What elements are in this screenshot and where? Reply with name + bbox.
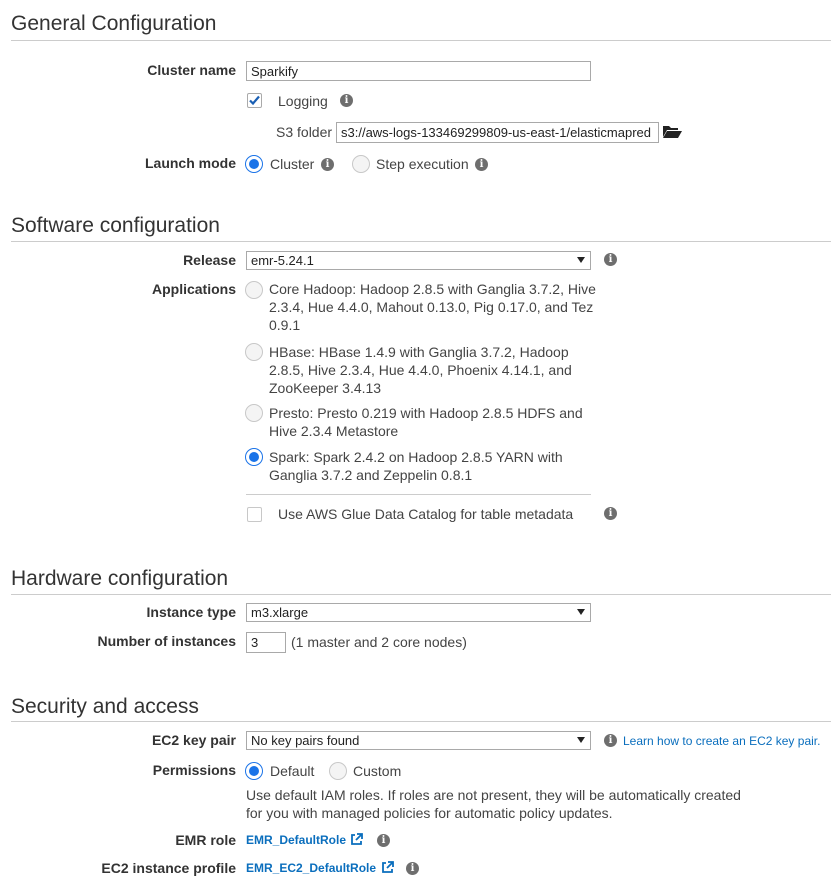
section-divider	[11, 594, 831, 595]
general-config-title: General Configuration	[11, 12, 217, 35]
ec2-profile-label: EC2 instance profile	[101, 860, 236, 876]
permissions-label: Permissions	[152, 762, 236, 778]
hardware-config-title: Hardware configuration	[11, 567, 229, 590]
instance-type-value: m3.xlarge	[251, 605, 309, 620]
ec2-profile-link[interactable]: EMR_EC2_DefaultRole	[246, 861, 376, 875]
launch-mode-step-label: Step execution	[376, 156, 469, 172]
permissions-custom-radio[interactable]	[329, 762, 347, 780]
info-icon[interactable]: i	[604, 734, 617, 747]
cluster-name-input[interactable]	[246, 61, 591, 81]
release-value: emr-5.24.1	[251, 253, 314, 268]
app-hbase-label: HBase: HBase 1.4.9 with Ganglia 3.7.2, H…	[269, 344, 572, 396]
release-select[interactable]: emr-5.24.1	[246, 251, 591, 270]
s3-folder-label: S3 folder	[276, 124, 333, 140]
app-presto-radio[interactable]	[245, 404, 263, 422]
external-link-icon[interactable]	[350, 833, 363, 846]
permissions-custom-label: Custom	[353, 763, 402, 779]
permissions-default-radio[interactable]	[245, 762, 263, 780]
key-pair-value: No key pairs found	[251, 733, 360, 748]
emr-role-label: EMR role	[175, 832, 236, 848]
info-icon[interactable]: i	[377, 834, 390, 847]
launch-mode-cluster-label: Cluster	[270, 156, 315, 172]
permissions-default-label: Default	[270, 763, 315, 779]
chevron-down-icon	[577, 737, 585, 743]
chevron-down-icon	[577, 257, 585, 263]
chevron-down-icon	[577, 609, 585, 615]
instance-type-label: Instance type	[146, 604, 236, 620]
key-pair-select[interactable]: No key pairs found	[246, 731, 591, 750]
info-icon[interactable]: i	[604, 253, 617, 266]
check-icon	[249, 95, 260, 106]
key-pair-help-link[interactable]: Learn how to create an EC2 key pair.	[623, 734, 820, 748]
info-icon[interactable]: i	[604, 507, 617, 520]
applications-divider	[246, 494, 591, 495]
app-core-hadoop-label: Core Hadoop: Hadoop 2.8.5 with Ganglia 3…	[269, 281, 596, 333]
folder-open-icon[interactable]	[662, 124, 682, 139]
logging-checkbox[interactable]	[247, 93, 262, 108]
section-divider	[11, 40, 831, 41]
s3-folder-input[interactable]	[336, 122, 659, 143]
key-pair-label: EC2 key pair	[151, 732, 236, 748]
logging-label: Logging	[278, 93, 328, 109]
num-instances-label: Number of instances	[97, 633, 236, 649]
software-config-title: Software configuration	[11, 214, 220, 237]
info-icon[interactable]: i	[406, 862, 419, 875]
emr-role-link[interactable]: EMR_DefaultRole	[246, 833, 346, 847]
num-instances-note: (1 master and 2 core nodes)	[291, 634, 467, 650]
launch-mode-step-radio[interactable]	[352, 155, 370, 173]
release-label: Release	[183, 252, 236, 268]
section-divider	[11, 721, 831, 722]
app-core-hadoop-radio[interactable]	[245, 281, 263, 299]
glue-catalog-checkbox[interactable]	[247, 507, 262, 522]
security-title: Security and access	[11, 695, 199, 718]
app-spark-radio[interactable]	[245, 448, 263, 466]
info-icon[interactable]: i	[321, 158, 334, 171]
cluster-name-label: Cluster name	[147, 62, 236, 78]
external-link-icon[interactable]	[381, 861, 394, 874]
num-instances-input[interactable]	[246, 632, 286, 653]
launch-mode-cluster-radio[interactable]	[245, 155, 263, 173]
app-spark-label: Spark: Spark 2.4.2 on Hadoop 2.8.5 YARN …	[269, 449, 563, 483]
app-presto-label: Presto: Presto 0.219 with Hadoop 2.8.5 H…	[269, 405, 583, 439]
info-icon[interactable]: i	[340, 94, 353, 107]
applications-label: Applications	[151, 281, 236, 297]
section-divider	[11, 241, 831, 242]
launch-mode-label: Launch mode	[144, 155, 236, 171]
app-hbase-radio[interactable]	[245, 343, 263, 361]
info-icon[interactable]: i	[475, 158, 488, 171]
permissions-note: Use default IAM roles. If roles are not …	[246, 787, 741, 821]
glue-catalog-label: Use AWS Glue Data Catalog for table meta…	[278, 506, 574, 522]
instance-type-select[interactable]: m3.xlarge	[246, 603, 591, 622]
